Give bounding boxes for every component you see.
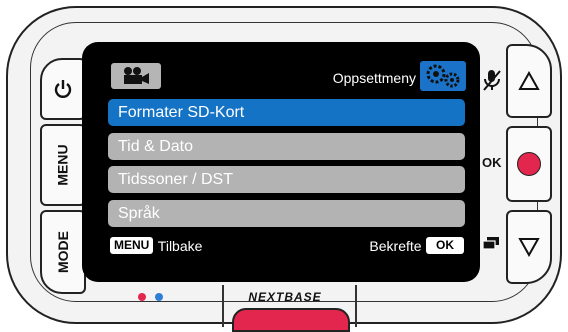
lcd-screen: Oppsettmeny Formater SD-Kort Tid & Dato … xyxy=(101,56,468,266)
up-arrow-icon xyxy=(518,71,540,90)
menu-button[interactable]: MENU xyxy=(40,124,86,206)
confirm-label[interactable]: Bekrefte xyxy=(369,238,421,254)
power-button[interactable] xyxy=(40,58,86,120)
menu-item-language[interactable]: Språk xyxy=(108,200,465,227)
power-icon xyxy=(54,80,72,98)
video-camera-icon[interactable] xyxy=(111,63,161,89)
down-button[interactable] xyxy=(506,210,552,284)
divider-right xyxy=(355,285,357,327)
mic-mute-icon xyxy=(483,70,501,91)
gears-icon[interactable] xyxy=(420,61,466,91)
back-label[interactable]: Tilbake xyxy=(158,238,203,254)
status-led-red xyxy=(138,293,146,301)
status-led-blue xyxy=(155,293,163,301)
down-arrow-icon xyxy=(518,238,540,257)
protect-file-icon xyxy=(482,237,499,250)
screen-footer: MENU Tilbake Bekrefte OK xyxy=(101,232,468,262)
menu-item-timezone-dst[interactable]: Tidssoner / DST xyxy=(108,166,465,193)
ok-key-badge: OK xyxy=(426,237,464,255)
menu-item-time-date[interactable]: Tid & Dato xyxy=(108,133,465,160)
menu-button-label: MENU xyxy=(54,144,71,186)
mode-button-label: MODE xyxy=(55,231,71,273)
brand-logo: NEXTBASE xyxy=(248,290,322,304)
up-button[interactable] xyxy=(506,44,552,118)
ok-record-button[interactable] xyxy=(506,126,552,202)
divider-left xyxy=(222,285,224,327)
record-icon xyxy=(517,152,541,176)
ok-label: OK xyxy=(482,155,502,170)
menu-item-format-sd[interactable]: Formater SD-Kort xyxy=(108,99,465,126)
setup-menu-title: Oppsettmeny xyxy=(332,70,416,86)
mode-button[interactable]: MODE xyxy=(40,210,86,294)
screen-header: Oppsettmeny xyxy=(101,56,468,94)
menu-key-badge: MENU xyxy=(110,237,154,255)
bottom-red-tab xyxy=(232,308,350,332)
